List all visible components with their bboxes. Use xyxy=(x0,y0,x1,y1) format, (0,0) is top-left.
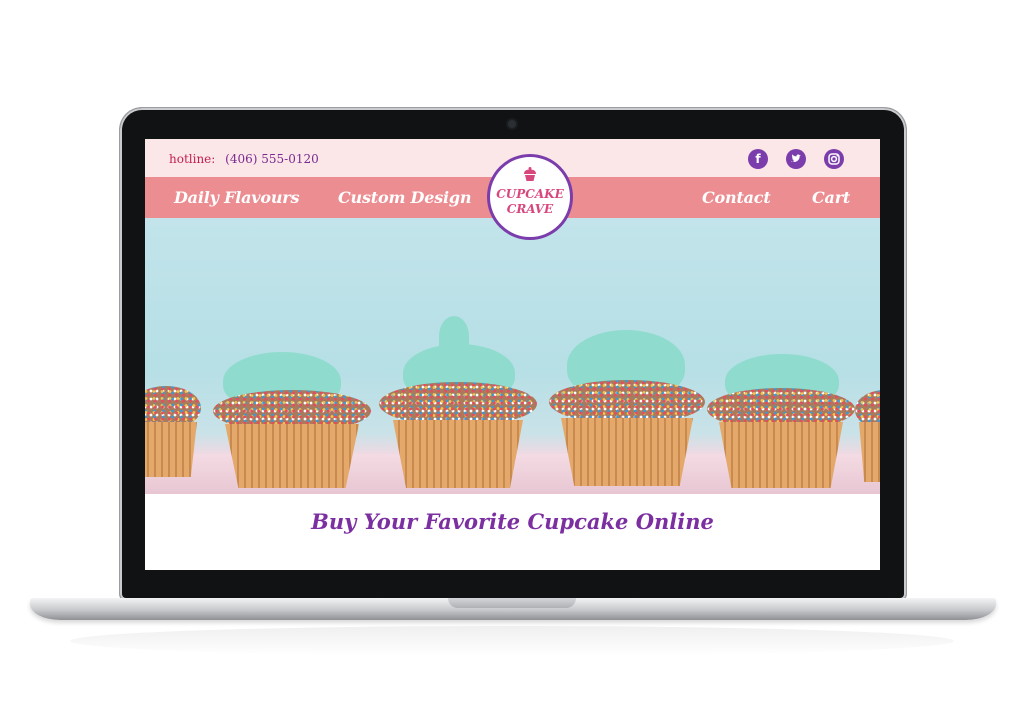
hotline: hotline: (406) 555-0120 xyxy=(169,152,319,166)
nav-daily-flavours[interactable]: Daily Flavours xyxy=(174,188,300,207)
logo-text-line2: CRAVE xyxy=(506,202,554,216)
cupcake-image xyxy=(705,346,857,494)
nav-custom-design[interactable]: Custom Design xyxy=(338,188,472,207)
laptop-camera xyxy=(508,120,516,128)
cupcake-crave-logo[interactable]: CUPCAKE CRAVE xyxy=(487,154,573,240)
hotline-phone[interactable]: (406) 555-0120 xyxy=(225,152,319,166)
cupcake-image xyxy=(377,316,539,494)
nav-cart[interactable]: Cart xyxy=(812,188,850,207)
cupcake-image xyxy=(145,376,201,494)
laptop-reflection xyxy=(70,626,954,656)
cupcake-image xyxy=(855,386,880,494)
twitter-icon[interactable] xyxy=(786,149,806,169)
facebook-icon[interactable]: f xyxy=(748,149,768,169)
cupcake-icon xyxy=(524,167,536,181)
hero-image xyxy=(145,218,880,494)
website-screen: hotline: (406) 555-0120 f Daily Flavours… xyxy=(145,139,880,570)
logo-text-line1: CUPCAKE xyxy=(496,187,564,201)
cupcake-image xyxy=(211,344,373,494)
nav-contact[interactable]: Contact xyxy=(702,188,771,207)
instagram-icon[interactable] xyxy=(824,149,844,169)
cupcake-image xyxy=(547,326,707,494)
hero-tagline: Buy Your Favorite Cupcake Online xyxy=(311,509,714,534)
hotline-label: hotline: xyxy=(169,152,216,166)
laptop-base-notch xyxy=(448,598,576,608)
